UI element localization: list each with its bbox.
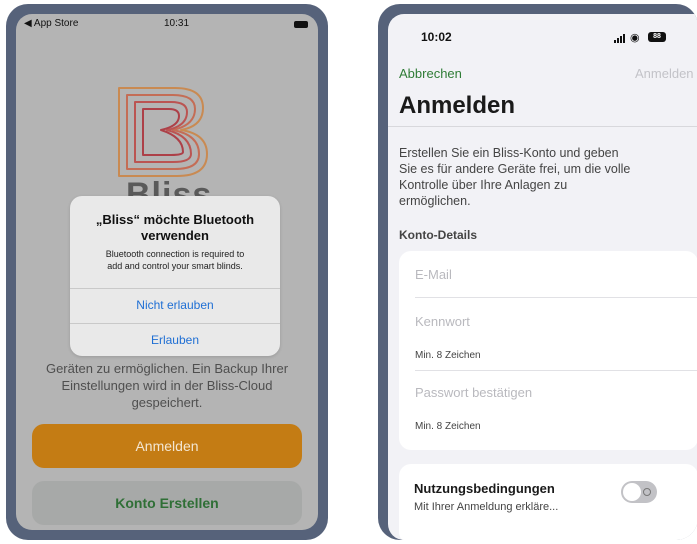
alert-message-line: Bluetooth connection is required to xyxy=(105,249,245,259)
description-line: ermöglichen. xyxy=(399,194,471,208)
account-details-card: E-Mail Kennwort Min. 8 Zeichen Passwort … xyxy=(399,251,697,450)
back-to-app-store-link[interactable]: ◀ App Store xyxy=(24,18,78,29)
section-title: Konto-Details xyxy=(399,228,477,242)
toggle-knob xyxy=(623,483,641,501)
wifi-icon: ◉ xyxy=(630,32,640,44)
confirm-hint-row: Min. 8 Zeichen xyxy=(415,415,697,447)
confirm-hint: Min. 8 Zeichen xyxy=(415,421,481,432)
terms-subtitle: Mit Ihrer Anmeldung erkläre... xyxy=(414,501,559,513)
password-hint-row: Min. 8 Zeichen xyxy=(415,342,697,371)
confirm-password-field[interactable]: Passwort bestätigen xyxy=(415,371,697,415)
submit-anmelden-button[interactable]: Anmelden xyxy=(635,66,694,81)
status-bar: ◀ App Store 10:31 xyxy=(24,18,310,34)
header-divider xyxy=(388,126,697,127)
alert-divider xyxy=(70,323,280,324)
description-line: Erstellen Sie ein Bliss-Konto und geben xyxy=(399,146,619,160)
bluetooth-permission-alert: „Bliss“ möchte Bluetooth verwenden Bluet… xyxy=(70,196,280,356)
email-field[interactable]: E-Mail xyxy=(415,251,697,298)
allow-bluetooth-button[interactable]: Erlauben xyxy=(70,333,280,347)
status-time: 10:02 xyxy=(421,30,452,44)
description-line: Sie es für andere Geräte frei, um die vo… xyxy=(399,162,631,176)
terms-card: Nutzungsbedingungen Mit Ihrer Anmeldung … xyxy=(399,464,697,540)
description-line: Geräten zu ermöglichen. Ein Backup Ihrer xyxy=(45,361,289,376)
alert-title-line: verwenden xyxy=(141,228,209,243)
alert-message: Bluetooth connection is required to add … xyxy=(78,248,272,272)
left-screen: ◀ App Store 10:31 Bliss Ers olle Ko xyxy=(16,14,318,530)
left-phone-frame: ◀ App Store 10:31 Bliss Ers olle Ko xyxy=(6,4,328,540)
signup-description: Erstellen Sie ein Bliss-Konto und geben … xyxy=(399,145,691,209)
right-phone-frame: 10:02 ◉ 88 Abbrechen Anmelden Anmelden E… xyxy=(378,4,697,540)
terms-title: Nutzungsbedingungen xyxy=(414,481,555,496)
password-field[interactable]: Kennwort xyxy=(415,298,697,342)
description-line: Kontrolle über Ihre Anlagen zu xyxy=(399,178,568,192)
page-title: Anmelden xyxy=(399,92,516,119)
toggle-off-icon xyxy=(643,488,651,496)
confirm-placeholder: Passwort bestätigen xyxy=(415,385,533,400)
email-placeholder: E-Mail xyxy=(415,267,452,282)
alert-title-line: „Bliss“ möchte Bluetooth xyxy=(95,212,255,227)
description-line: gespeichert. xyxy=(131,395,203,410)
status-time: 10:31 xyxy=(164,18,190,29)
cancel-button[interactable]: Abbrechen xyxy=(399,66,462,81)
battery-icon xyxy=(294,21,308,28)
bliss-logo-icon xyxy=(118,87,208,177)
terms-toggle[interactable] xyxy=(621,481,657,503)
alert-title: „Bliss“ möchte Bluetooth verwenden xyxy=(70,212,280,244)
password-placeholder: Kennwort xyxy=(415,314,470,329)
signal-icon xyxy=(614,34,626,43)
description-line: Einstellungen wird in der Bliss-Cloud xyxy=(61,378,273,393)
konto-erstellen-button[interactable]: Konto Erstellen xyxy=(32,481,302,525)
status-bar: 10:02 ◉ 88 xyxy=(388,30,697,48)
deny-bluetooth-button[interactable]: Nicht erlauben xyxy=(70,298,280,312)
password-hint: Min. 8 Zeichen xyxy=(415,350,481,361)
alert-divider xyxy=(70,288,280,289)
alert-message-line: add and control your smart blinds. xyxy=(107,261,243,271)
battery-icon: 88 xyxy=(648,32,666,42)
right-screen: 10:02 ◉ 88 Abbrechen Anmelden Anmelden E… xyxy=(388,14,697,540)
anmelden-button[interactable]: Anmelden xyxy=(32,424,302,468)
